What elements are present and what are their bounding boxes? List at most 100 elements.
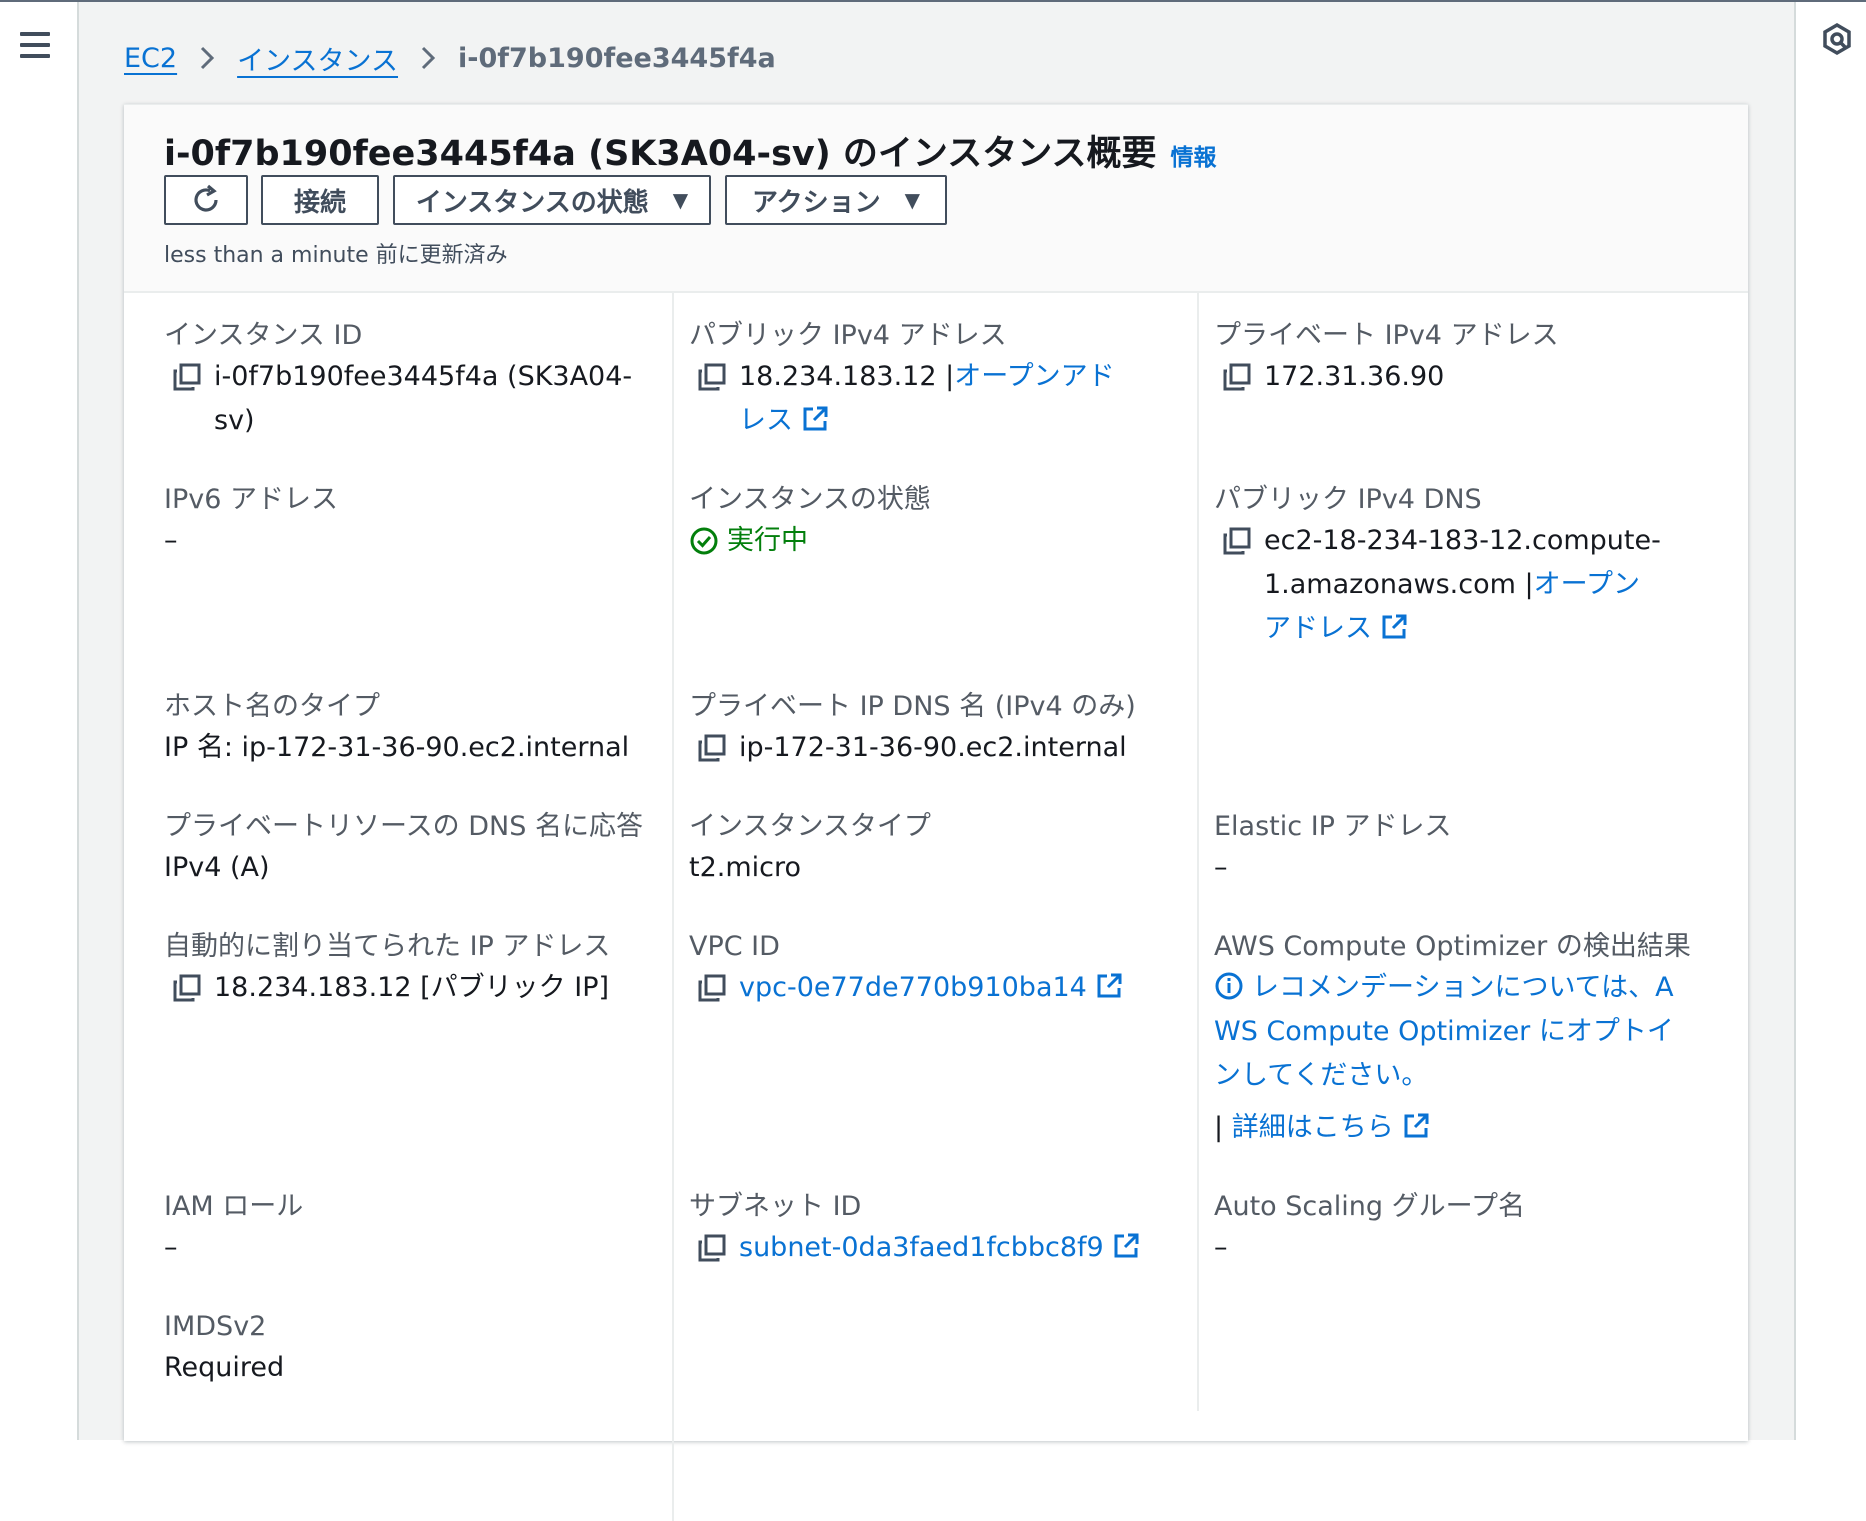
field-label: Auto Scaling グループ名 bbox=[1214, 1191, 1526, 1222]
copy-icon[interactable] bbox=[1222, 362, 1252, 392]
field-label: ホスト名のタイプ bbox=[164, 691, 380, 722]
field-label: インスタンスの状態 bbox=[689, 484, 931, 515]
connect-button-label: 接続 bbox=[293, 187, 346, 218]
actions-dropdown-label: アクション bbox=[751, 187, 881, 218]
connect-button[interactable]: 接続 bbox=[261, 175, 379, 225]
field-label: サブネット ID bbox=[689, 1191, 862, 1222]
field-value: ip-172-31-36-90.ec2.internal bbox=[689, 726, 1159, 770]
field-value: i-0f7b190fee3445f4a (SK3A04-sv) bbox=[164, 355, 644, 443]
field-label: プライベート IPv4 アドレス bbox=[1214, 320, 1559, 351]
menu-icon[interactable] bbox=[20, 32, 50, 58]
external-link-icon[interactable] bbox=[1402, 1112, 1430, 1140]
field-instance-id: インスタンス ID i-0f7b190fee3445f4a (SK3A04-sv… bbox=[164, 317, 644, 443]
breadcrumb-instances[interactable]: インスタンス bbox=[237, 39, 398, 78]
info-link[interactable]: 情報 bbox=[1171, 145, 1217, 171]
iam-role-value: – bbox=[164, 1232, 178, 1263]
private-ip-dns-value: ip-172-31-36-90.ec2.internal bbox=[739, 732, 1127, 763]
separator: | bbox=[1214, 1112, 1224, 1143]
field-label: インスタンス ID bbox=[164, 320, 363, 351]
vpc-id-link[interactable]: vpc-0e77de770b910ba14 bbox=[739, 972, 1087, 1003]
refresh-button[interactable] bbox=[164, 175, 248, 225]
last-updated-text: less than a minute 前に更新済み bbox=[164, 243, 508, 268]
page-title: i-0f7b190fee3445f4a (SK3A04-sv) のインスタンス概… bbox=[164, 125, 1217, 176]
elastic-ip-value: – bbox=[1214, 852, 1228, 883]
compute-optimizer-opt-in-link[interactable]: レコメンデーションについては、AWS Compute Optimizer にオプ… bbox=[1214, 972, 1674, 1091]
separator: | bbox=[945, 361, 955, 392]
chevron-right-icon bbox=[420, 45, 436, 71]
field-auto-ip: 自動的に割り当てられた IP アドレス 18.234.183.12 [パブリック… bbox=[164, 928, 644, 1010]
copy-icon[interactable] bbox=[1222, 526, 1252, 556]
external-link-icon[interactable] bbox=[1112, 1232, 1140, 1260]
field-value: 172.31.36.90 bbox=[1214, 355, 1694, 399]
field-label: プライベート IP DNS 名 (IPv4 のみ) bbox=[689, 691, 1136, 722]
public-dns-text: ec2-18-234-183-12.compute-1.amazonaws.co… bbox=[1264, 519, 1664, 651]
field-label: IAM ロール bbox=[164, 1191, 304, 1222]
field-hostname-type: ホスト名のタイプ IP 名: ip-172-31-36-90.ec2.inter… bbox=[164, 688, 644, 770]
actions-dropdown[interactable]: アクション ▼ bbox=[725, 175, 947, 225]
field-private-resource-dns: プライベートリソースの DNS 名に応答 IPv4 (A) bbox=[164, 808, 644, 890]
field-instance-state: インスタンスの状態 実行中 bbox=[689, 481, 1169, 563]
instance-state-value: 実行中 bbox=[727, 525, 808, 556]
page-title-text: i-0f7b190fee3445f4a (SK3A04-sv) のインスタンス概… bbox=[164, 134, 1157, 174]
field-value: vpc-0e77de770b910ba14 bbox=[689, 966, 1159, 1010]
field-asg-name: Auto Scaling グループ名 – bbox=[1214, 1188, 1694, 1270]
field-label: パブリック IPv4 DNS bbox=[1214, 484, 1482, 515]
left-navigation-rail bbox=[0, 2, 79, 1440]
field-vpc-id: VPC ID vpc-0e77de770b910ba14 bbox=[689, 928, 1159, 1010]
compute-optimizer-value: レコメンデーションについては、AWS Compute Optimizer にオプ… bbox=[1214, 966, 1694, 1150]
copy-icon[interactable] bbox=[172, 362, 202, 392]
separator: | bbox=[1524, 569, 1534, 600]
learn-more-link[interactable]: 詳細はこちら bbox=[1232, 1112, 1394, 1143]
field-value: 18.234.183.12 |オープンアドレス bbox=[689, 355, 1159, 443]
private-resource-dns-value: IPv4 (A) bbox=[164, 852, 270, 883]
field-public-dns: パブリック IPv4 DNS ec2-18-234-183-12.compute… bbox=[1214, 481, 1694, 651]
copy-icon[interactable] bbox=[697, 733, 727, 763]
breadcrumb-ec2[interactable]: EC2 bbox=[124, 43, 177, 74]
ipv6-value: – bbox=[164, 525, 178, 556]
copy-icon[interactable] bbox=[697, 973, 727, 1003]
field-ipv6: IPv6 アドレス – bbox=[164, 481, 644, 563]
copy-icon[interactable] bbox=[697, 362, 727, 392]
caret-down-icon: ▼ bbox=[904, 188, 921, 212]
refresh-icon bbox=[194, 184, 218, 212]
hostname-type-value: IP 名: ip-172-31-36-90.ec2.internal bbox=[164, 732, 630, 763]
public-ipv4-value: 18.234.183.12 bbox=[739, 361, 937, 392]
external-link-icon[interactable] bbox=[1380, 613, 1408, 641]
field-compute-optimizer: AWS Compute Optimizer の検出結果 レコメンデーションについ… bbox=[1214, 928, 1694, 1150]
public-ipv4-text: 18.234.183.12 |オープンアドレス bbox=[739, 355, 1139, 443]
field-label: パブリック IPv4 アドレス bbox=[689, 320, 1007, 351]
info-icon bbox=[1215, 972, 1243, 1000]
notifications-icon[interactable] bbox=[1820, 22, 1854, 56]
subnet-id-link[interactable]: subnet-0da3faed1fcbbc8f9 bbox=[739, 1232, 1104, 1263]
check-circle-icon bbox=[690, 527, 718, 555]
field-iam-role: IAM ロール – bbox=[164, 1188, 644, 1270]
breadcrumb-current: i-0f7b190fee3445f4a bbox=[458, 42, 776, 74]
instance-state-dropdown[interactable]: インスタンスの状態 ▼ bbox=[393, 175, 711, 225]
column-divider bbox=[1197, 291, 1199, 1411]
field-imdsv2: IMDSv2 Required bbox=[164, 1308, 644, 1390]
asg-name-value: – bbox=[1214, 1232, 1228, 1263]
field-label: インスタンスタイプ bbox=[689, 811, 931, 842]
breadcrumb: EC2 インスタンス i-0f7b190fee3445f4a bbox=[124, 38, 776, 78]
external-link-icon[interactable] bbox=[1095, 972, 1123, 1000]
field-label: プライベートリソースの DNS 名に応答 bbox=[164, 811, 643, 842]
column-divider bbox=[672, 291, 674, 1521]
field-label: VPC ID bbox=[689, 931, 780, 962]
field-subnet-id: サブネット ID subnet-0da3faed1fcbbc8f9 bbox=[689, 1188, 1159, 1270]
field-label: AWS Compute Optimizer の検出結果 bbox=[1214, 931, 1691, 962]
instance-type-value: t2.micro bbox=[689, 852, 802, 883]
copy-icon[interactable] bbox=[697, 1233, 727, 1263]
external-link-icon[interactable] bbox=[801, 405, 829, 433]
instance-summary-panel: i-0f7b190fee3445f4a (SK3A04-sv) のインスタンス概… bbox=[124, 104, 1748, 1521]
field-elastic-ip: Elastic IP アドレス – bbox=[1214, 808, 1694, 890]
field-label: IPv6 アドレス bbox=[164, 484, 338, 515]
copy-icon[interactable] bbox=[172, 973, 202, 1003]
field-value: subnet-0da3faed1fcbbc8f9 bbox=[689, 1226, 1159, 1270]
field-label: Elastic IP アドレス bbox=[1214, 811, 1452, 842]
caret-down-icon: ▼ bbox=[672, 188, 689, 212]
field-value: ec2-18-234-183-12.compute-1.amazonaws.co… bbox=[1214, 519, 1694, 651]
instance-id-value: i-0f7b190fee3445f4a (SK3A04-sv) bbox=[214, 361, 633, 436]
field-value: 18.234.183.12 [パブリック IP] bbox=[164, 966, 644, 1010]
field-instance-type: インスタンスタイプ t2.micro bbox=[689, 808, 1169, 890]
instance-state-dropdown-label: インスタンスの状態 bbox=[415, 187, 649, 218]
